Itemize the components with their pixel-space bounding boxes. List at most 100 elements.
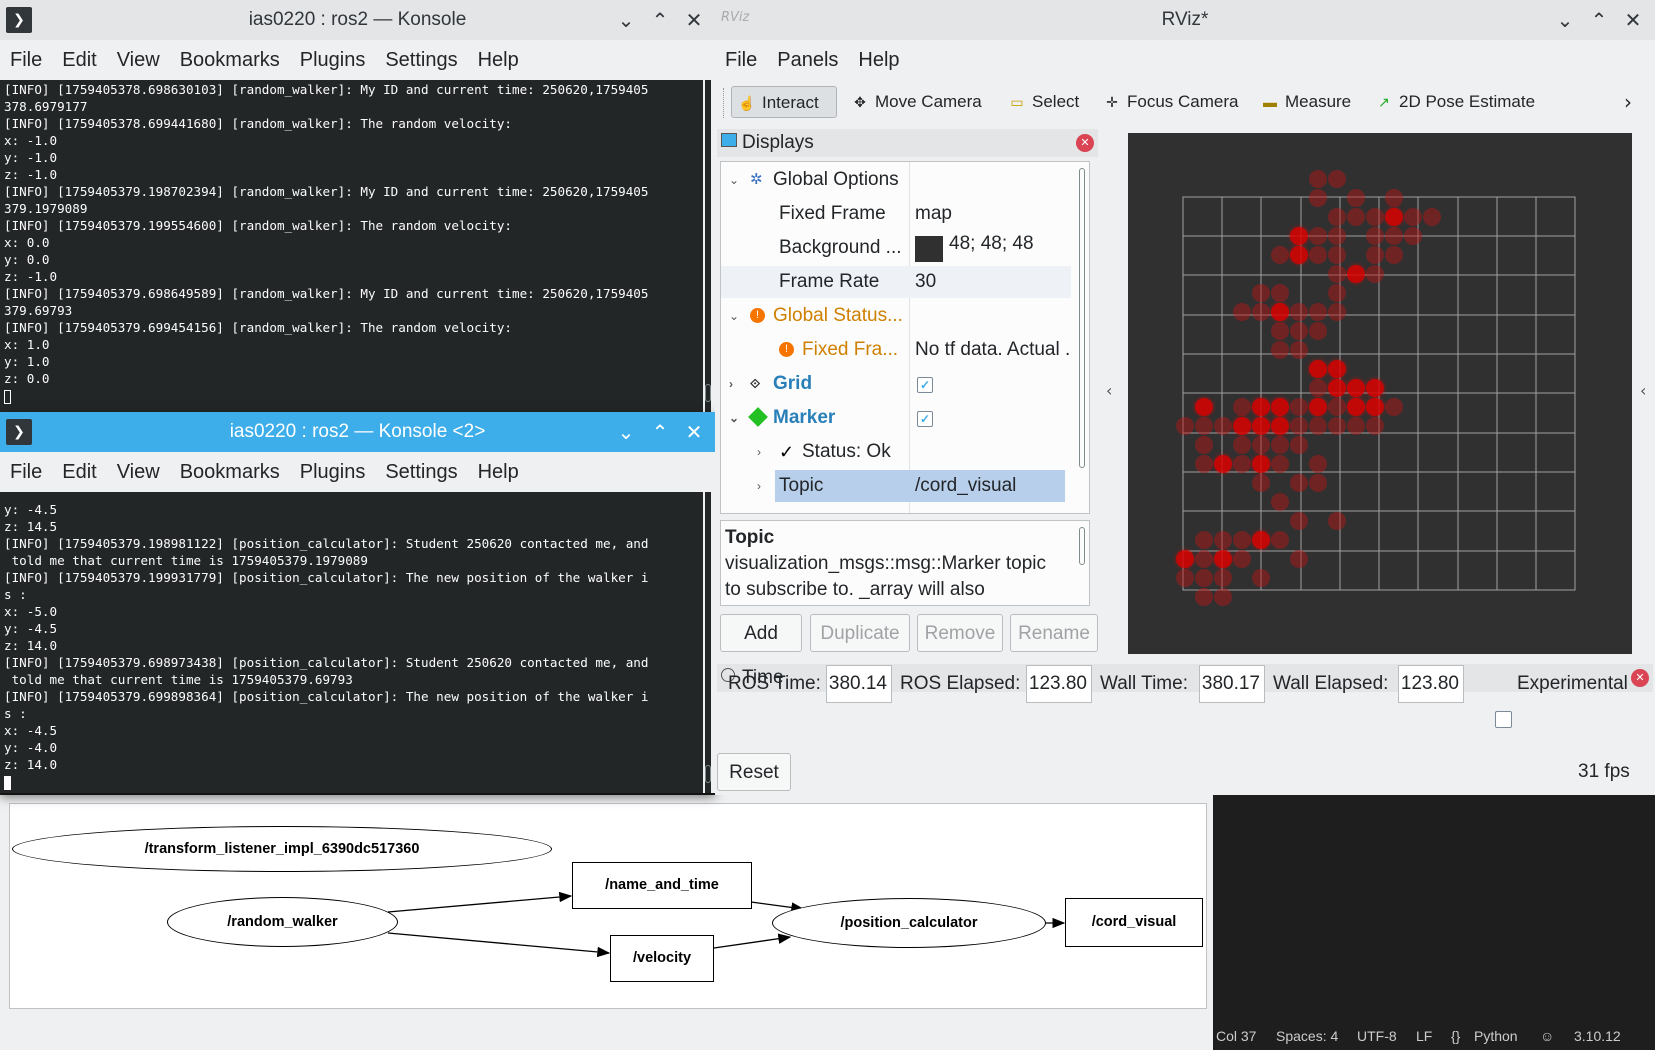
terminal-line: told me that current time is 1759405379.… — [4, 553, 368, 568]
green-arrow-icon: ↗ — [1378, 94, 1390, 110]
node-transform-listener[interactable]: /transform_listener_impl_6390dc517360 — [12, 826, 552, 872]
menu-settings[interactable]: Settings — [375, 452, 467, 492]
node-random-walker[interactable]: /random_walker — [167, 897, 398, 947]
konsole1-titlebar[interactable]: ❯ ias0220 : ros2 — Konsole ⌄ ⌃ ✕ — [0, 0, 715, 40]
menu-view[interactable]: View — [107, 40, 170, 80]
collapse-icon[interactable]: ⌄ — [729, 300, 739, 332]
tree-frame-rate[interactable]: Frame Rate 30 — [721, 266, 1071, 298]
node-velocity[interactable]: /velocity — [610, 935, 714, 982]
node-cord-visual[interactable]: /cord_visual — [1065, 898, 1203, 947]
grid-enabled-checkbox[interactable]: ✓ — [917, 377, 933, 393]
menu-plugins[interactable]: Plugins — [290, 40, 376, 80]
menu-plugins[interactable]: Plugins — [290, 452, 376, 492]
menu-view[interactable]: View — [107, 452, 170, 492]
marker-enabled-checkbox[interactable]: ✓ — [917, 411, 933, 427]
tree-global-options[interactable]: ⌄ ✲ Global Options — [721, 164, 1071, 196]
ros-elapsed-field[interactable]: 123.80 — [1026, 665, 1092, 703]
terminal-line: z: 0.0 — [4, 371, 50, 386]
expand-icon[interactable]: › — [757, 470, 761, 502]
close-icon[interactable]: ✕ — [682, 420, 706, 444]
konsole2-scrollbar[interactable] — [705, 492, 711, 793]
viewport-right-collapse[interactable]: ‹ — [1632, 129, 1655, 659]
collapse-icon[interactable]: ⌄ — [729, 164, 739, 196]
displays-tree[interactable]: ⌄ ✲ Global Options Fixed Frame map Backg… — [720, 161, 1090, 514]
menu-panels[interactable]: Panels — [767, 40, 848, 80]
tree-marker[interactable]: ⌄ Marker ✓ — [721, 402, 1071, 434]
menu-edit[interactable]: Edit — [52, 452, 106, 492]
status-language[interactable]: Python — [1474, 1027, 1518, 1045]
duplicate-display-button[interactable]: Duplicate — [810, 614, 910, 652]
viewport-left-collapse[interactable]: ‹ — [1098, 129, 1128, 659]
description-scrollbar[interactable] — [1079, 527, 1085, 567]
displays-tree-scrollbar[interactable] — [1079, 168, 1085, 508]
chevron-left-icon[interactable]: ‹ — [1106, 381, 1112, 400]
marker-sphere — [1366, 379, 1384, 397]
menu-help[interactable]: Help — [468, 40, 529, 80]
tree-background[interactable]: Background ... 48; 48; 48 — [721, 232, 1071, 264]
status-encoding[interactable]: UTF-8 — [1357, 1027, 1397, 1045]
tree-grid[interactable]: › ⟐ Grid ✓ — [721, 368, 1071, 400]
menu-edit[interactable]: Edit — [52, 40, 106, 80]
tree-marker-topic[interactable]: › Topic /cord_visual — [721, 470, 1071, 502]
menu-help[interactable]: Help — [848, 40, 909, 80]
tree-global-status[interactable]: ⌄ ! Global Status... — [721, 300, 1071, 332]
menu-bookmarks[interactable]: Bookmarks — [170, 40, 290, 80]
tree-fixed-frame[interactable]: Fixed Frame map — [721, 198, 1071, 230]
menu-file[interactable]: File — [0, 40, 52, 80]
time-close-icon[interactable]: ✕ — [1631, 669, 1649, 687]
menu-file[interactable]: File — [0, 452, 52, 492]
expand-icon[interactable]: › — [729, 368, 733, 400]
wall-time-field[interactable]: 380.17 — [1199, 665, 1265, 703]
konsole1-scrollbar[interactable] — [705, 80, 711, 412]
status-eol[interactable]: LF — [1416, 1027, 1432, 1045]
status-python-version[interactable]: 3.10.12 — [1574, 1027, 1621, 1045]
status-col[interactable]: Col 37 — [1216, 1027, 1256, 1045]
remove-display-button[interactable]: Remove — [917, 614, 1003, 652]
maximize-icon[interactable]: ⌃ — [648, 8, 672, 32]
close-icon[interactable]: ✕ — [682, 8, 706, 32]
ros-time-field[interactable]: 380.14 — [826, 665, 892, 703]
close-icon[interactable]: ✕ — [1621, 8, 1645, 32]
konsole1-terminal[interactable]: [INFO] [1759405378.698630103] [random_wa… — [0, 80, 703, 412]
node-name-and-time[interactable]: /name_and_time — [572, 862, 752, 909]
tool-interact[interactable]: ☝ Interact — [731, 86, 837, 118]
marker-sphere — [1271, 246, 1289, 264]
node-position-calculator[interactable]: /position_calculator — [772, 898, 1046, 948]
konsole2-terminal[interactable]: y: -4.5 z: 14.5 [INFO] [1759405379.1989811… — [0, 492, 703, 793]
maximize-icon[interactable]: ⌃ — [648, 420, 672, 444]
tool-select[interactable]: ▭ Select — [1002, 86, 1085, 118]
minimize-icon[interactable]: ⌄ — [1553, 8, 1577, 32]
tool-move-camera[interactable]: ✥ Move Camera — [845, 86, 988, 118]
displays-close-icon[interactable]: ✕ — [1076, 134, 1094, 152]
minimize-icon[interactable]: ⌄ — [614, 8, 638, 32]
copilot-icon[interactable]: ☺ — [1540, 1027, 1554, 1045]
experimental-checkbox[interactable] — [1495, 711, 1512, 728]
collapse-icon[interactable]: ⌄ — [729, 402, 739, 434]
rviz-3d-view[interactable] — [1128, 133, 1632, 654]
chevron-left-icon[interactable]: ‹ — [1640, 381, 1646, 400]
background-color-swatch[interactable] — [915, 236, 943, 262]
wall-elapsed-field[interactable]: 123.80 — [1398, 665, 1464, 703]
konsole2-titlebar[interactable]: ❯ ias0220 : ros2 — Konsole <2> ⌄ ⌃ ✕ — [0, 412, 715, 452]
toolbar-overflow-icon[interactable]: › — [1624, 90, 1632, 114]
rename-display-button[interactable]: Rename — [1010, 614, 1098, 652]
terminal-line: y: -4.0 — [4, 740, 58, 755]
add-display-button[interactable]: Add — [720, 614, 802, 652]
tool-2d-pose-estimate[interactable]: ↗ 2D Pose Estimate — [1369, 86, 1541, 118]
tree-marker-status[interactable]: › ✓ Status: Ok — [721, 436, 1071, 468]
minimize-icon[interactable]: ⌄ — [614, 420, 638, 444]
tool-focus-camera[interactable]: ✛ Focus Camera — [1097, 86, 1244, 118]
status-spaces[interactable]: Spaces: 4 — [1276, 1027, 1338, 1045]
menu-bookmarks[interactable]: Bookmarks — [170, 452, 290, 492]
tool-measure[interactable]: ▬ Measure — [1255, 86, 1357, 118]
menu-settings[interactable]: Settings — [375, 40, 467, 80]
marker-sphere — [1309, 246, 1327, 264]
reset-button[interactable]: Reset — [717, 753, 791, 791]
expand-icon[interactable]: › — [757, 436, 761, 468]
menu-help[interactable]: Help — [468, 452, 529, 492]
maximize-icon[interactable]: ⌃ — [1587, 8, 1611, 32]
tree-fixed-frame-status[interactable]: ! Fixed Fra... No tf data. Actual ... — [721, 334, 1071, 366]
rviz-titlebar[interactable]: RViz RViz* ⌄ ⌃ ✕ — [715, 0, 1655, 40]
menu-file[interactable]: File — [715, 40, 767, 80]
description-line-1: visualization_msgs::msg::Marker topic — [725, 553, 1046, 574]
